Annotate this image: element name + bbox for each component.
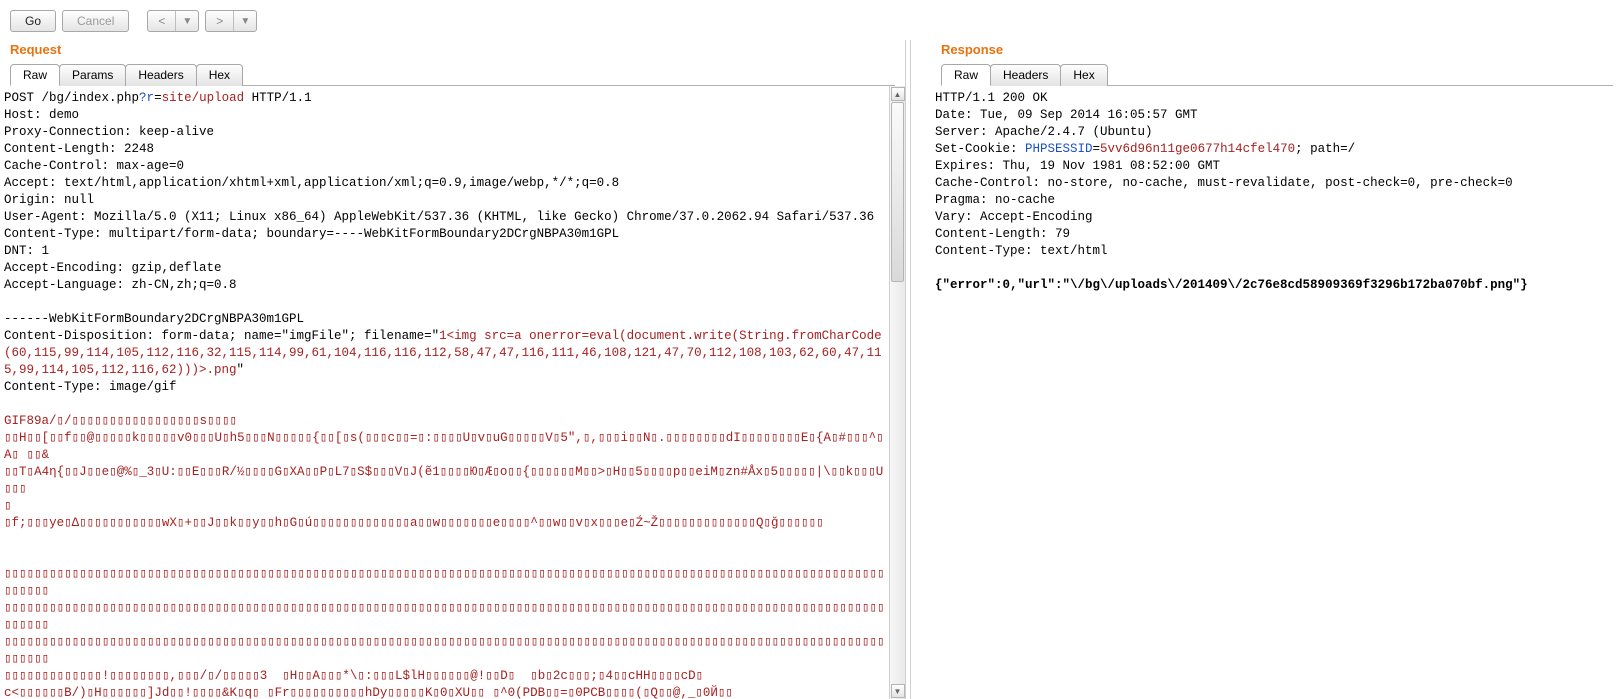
request-param-name: r [147,91,155,105]
setcookie-value: 5vv6d96n11ge0677h14cfel470 [1100,142,1295,156]
content-type-line: Content-Type: image/gif [4,380,177,394]
content-disposition-suffix: " [237,363,245,377]
tab-hex[interactable]: Hex [1060,64,1107,86]
setcookie-prefix: Set-Cookie: [935,142,1025,156]
binary-line-5: ▯f;▯▯▯ye▯Δ▯▯▯▯▯▯▯▯▯▯▯wX▯+▯▯J▯▯k▯▯y▯▯h▯G▯… [4,516,824,530]
tab-hex[interactable]: Hex [196,64,243,86]
response-headers-pre: Date: Tue, 09 Sep 2014 16:05:57 GMT Serv… [935,108,1198,139]
request-eq: = [154,91,162,105]
tab-raw[interactable]: Raw [10,64,60,86]
request-headers: Host: demo Proxy-Connection: keep-alive … [4,108,874,326]
toolbar: Go Cancel < ▼ > ▼ [0,0,1623,40]
response-raw-content[interactable]: HTTP/1.1 200 OK Date: Tue, 09 Sep 2014 1… [931,86,1623,699]
request-title: Request [0,40,905,63]
binary-line-2: ▯▯H▯▯[▯▯f▯▯@▯▯▯▯▯k▯▯▯▯▯v0▯▯▯U▯h5▯▯▯N▯▯▯▯… [4,431,884,462]
binary-line-1: GIF89a/▯/▯▯▯▯▯▯▯▯▯▯▯▯▯▯▯▯▯s▯▯▯▯ [4,414,237,428]
scroll-down-icon[interactable]: ▼ [891,684,905,698]
request-raw-content[interactable]: POST /bg/index.php?r=site/upload HTTP/1.… [0,86,889,699]
chevron-down-icon[interactable]: ▼ [233,11,256,31]
content-disposition-prefix: Content-Disposition: form-data; name="im… [4,329,439,343]
scroll-track[interactable] [890,102,905,683]
go-button[interactable]: Go [10,10,56,32]
binary-line-4: ▯ [4,499,12,513]
scroll-thumb[interactable] [891,102,904,282]
setcookie-eq: = [1093,142,1101,156]
request-scrollbar[interactable]: ▲ ▼ [889,86,905,699]
chevron-right-icon: > [206,11,233,31]
setcookie-name: PHPSESSID [1025,142,1093,156]
binary-block: ▯▯▯▯▯▯▯▯▯▯▯▯▯▯▯▯▯▯▯▯▯▯▯▯▯▯▯▯▯▯▯▯▯▯▯▯▯▯▯▯… [4,567,885,699]
chevron-left-icon: < [148,11,175,31]
chevron-down-icon[interactable]: ▼ [175,11,198,31]
next-button[interactable]: > ▼ [205,10,257,32]
request-pane: Request Raw Params Headers Hex POST /bg/… [0,40,905,699]
setcookie-suffix: ; path=/ [1295,142,1355,156]
tab-headers[interactable]: Headers [990,64,1061,86]
tab-raw[interactable]: Raw [941,64,991,86]
scroll-up-icon[interactable]: ▲ [891,87,905,101]
response-pane: Response Raw Headers Hex HTTP/1.1 200 OK… [911,40,1623,699]
request-param-value: site/upload [162,91,245,105]
cancel-button[interactable]: Cancel [62,10,129,32]
response-body: {"error":0,"url":"\/bg\/uploads\/201409\… [935,278,1528,292]
request-qmark: ? [139,91,147,105]
request-line-prefix: POST /bg/index.php [4,91,139,105]
tab-headers[interactable]: Headers [125,64,196,86]
binary-line-3: ▯▯T▯A4η{▯▯J▯▯e▯@%▯_3▯U:▯▯E▯▯▯R/½▯▯▯▯G▯XA… [4,465,883,496]
response-status-line: HTTP/1.1 200 OK [935,91,1048,105]
response-tabstrip: Raw Headers Hex [941,63,1613,86]
response-title: Response [931,40,1623,63]
prev-button[interactable]: < ▼ [147,10,199,32]
tab-params[interactable]: Params [59,64,126,86]
request-tabstrip: Raw Params Headers Hex [10,63,895,86]
request-line-suffix: HTTP/1.1 [244,91,312,105]
response-headers-post: Expires: Thu, 19 Nov 1981 08:52:00 GMT C… [935,159,1513,258]
